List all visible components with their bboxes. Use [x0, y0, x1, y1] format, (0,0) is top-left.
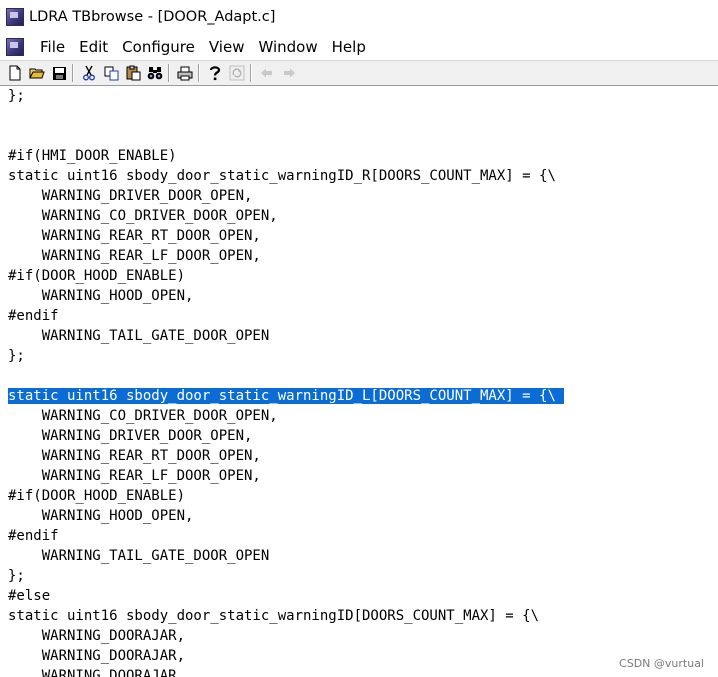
menu-bar: File Edit Configure View Window Help: [0, 34, 718, 60]
menu-help[interactable]: Help: [325, 38, 373, 56]
code-line: WARNING_DOORAJAR,: [8, 668, 186, 677]
ldra-app-icon: [6, 8, 24, 26]
code-line: };: [8, 88, 25, 104]
code-line: WARNING_DOORAJAR,: [8, 648, 186, 664]
find-button[interactable]: [145, 63, 165, 83]
code-line: #endif: [8, 308, 59, 324]
selection-highlight: static uint16 sbody_door_static_warningI…: [8, 388, 565, 404]
save-icon: [52, 66, 66, 80]
code-line: WARNING_TAIL_GATE_DOOR_OPEN: [8, 548, 270, 564]
code-line: WARNING_HOOD_OPEN,: [8, 288, 194, 304]
csdn-watermark: CSDN @vurtual: [619, 657, 704, 670]
menu-configure[interactable]: Configure: [115, 38, 202, 56]
refresh-icon: [229, 65, 245, 81]
cut-button[interactable]: [79, 63, 99, 83]
code-line: WARNING_HOOD_OPEN,: [8, 508, 194, 524]
menu-window[interactable]: Window: [251, 38, 324, 56]
code-line: #else: [8, 588, 51, 604]
print-icon: [177, 66, 193, 80]
forward-arrow-icon: [284, 68, 295, 78]
help-question-icon: [209, 66, 221, 81]
code-line: WARNING_DRIVER_DOOR_OPEN,: [8, 428, 253, 444]
toolbar-separator: [250, 64, 252, 82]
code-line: #if(DOOR_HOOD_ENABLE): [8, 488, 186, 504]
code-line: #endif: [8, 528, 59, 544]
cut-icon: [83, 65, 95, 81]
forward-button[interactable]: [279, 63, 299, 83]
menu-file[interactable]: File: [33, 38, 72, 56]
copy-button[interactable]: [101, 63, 121, 83]
print-button[interactable]: [175, 63, 195, 83]
code-line: WARNING_REAR_RT_DOOR_OPEN,: [8, 448, 261, 464]
paste-button[interactable]: [123, 63, 143, 83]
toolbar-separator: [198, 64, 200, 82]
copy-icon: [104, 66, 118, 80]
title-bar: LDRA TBbrowse - [DOOR_Adapt.c]: [0, 0, 718, 34]
code-line: WARNING_DRIVER_DOOR_OPEN,: [8, 188, 253, 204]
code-line: };: [8, 348, 25, 364]
help-button[interactable]: [205, 63, 225, 83]
code-line-selected: static uint16 sbody_door_static_warningI…: [0, 386, 718, 406]
code-line: WARNING_REAR_RT_DOOR_OPEN,: [8, 228, 261, 244]
refresh-button[interactable]: [227, 63, 247, 83]
new-file-button[interactable]: [5, 63, 25, 83]
menu-view[interactable]: View: [202, 38, 252, 56]
code-line: WARNING_TAIL_GATE_DOOR_OPEN: [8, 328, 270, 344]
back-button[interactable]: [257, 63, 277, 83]
paste-icon: [126, 65, 140, 81]
code-line: WARNING_REAR_LF_DOOR_OPEN,: [8, 468, 261, 484]
toolbar: [0, 60, 718, 86]
code-line: static uint16 sbody_door_static_warningI…: [8, 608, 540, 624]
toolbar-separator: [168, 64, 170, 82]
code-line: };: [8, 568, 25, 584]
save-button[interactable]: [49, 63, 69, 83]
code-line: WARNING_CO_DRIVER_DOOR_OPEN,: [8, 408, 278, 424]
new-file-icon: [9, 65, 21, 81]
document-system-menu-icon[interactable]: [6, 38, 24, 56]
open-folder-icon: [29, 68, 45, 79]
code-line: WARNING_REAR_LF_DOOR_OPEN,: [8, 248, 261, 264]
code-line: #if(DOOR_HOOD_ENABLE): [8, 268, 186, 284]
open-button[interactable]: [27, 63, 47, 83]
toolbar-separator: [72, 64, 74, 82]
menu-edit[interactable]: Edit: [72, 38, 115, 56]
code-editor[interactable]: }; #if(HMI_DOOR_ENABLE) static uint16 sb…: [0, 86, 718, 677]
code-line: WARNING_DOORAJAR,: [8, 628, 186, 644]
code-line: static uint16 sbody_door_static_warningI…: [8, 168, 556, 184]
window-title: LDRA TBbrowse - [DOOR_Adapt.c]: [29, 9, 276, 25]
binoculars-find-icon: [147, 67, 163, 80]
code-line: WARNING_CO_DRIVER_DOOR_OPEN,: [8, 208, 278, 224]
back-arrow-icon: [261, 68, 272, 78]
code-line: #if(HMI_DOOR_ENABLE): [8, 148, 177, 164]
